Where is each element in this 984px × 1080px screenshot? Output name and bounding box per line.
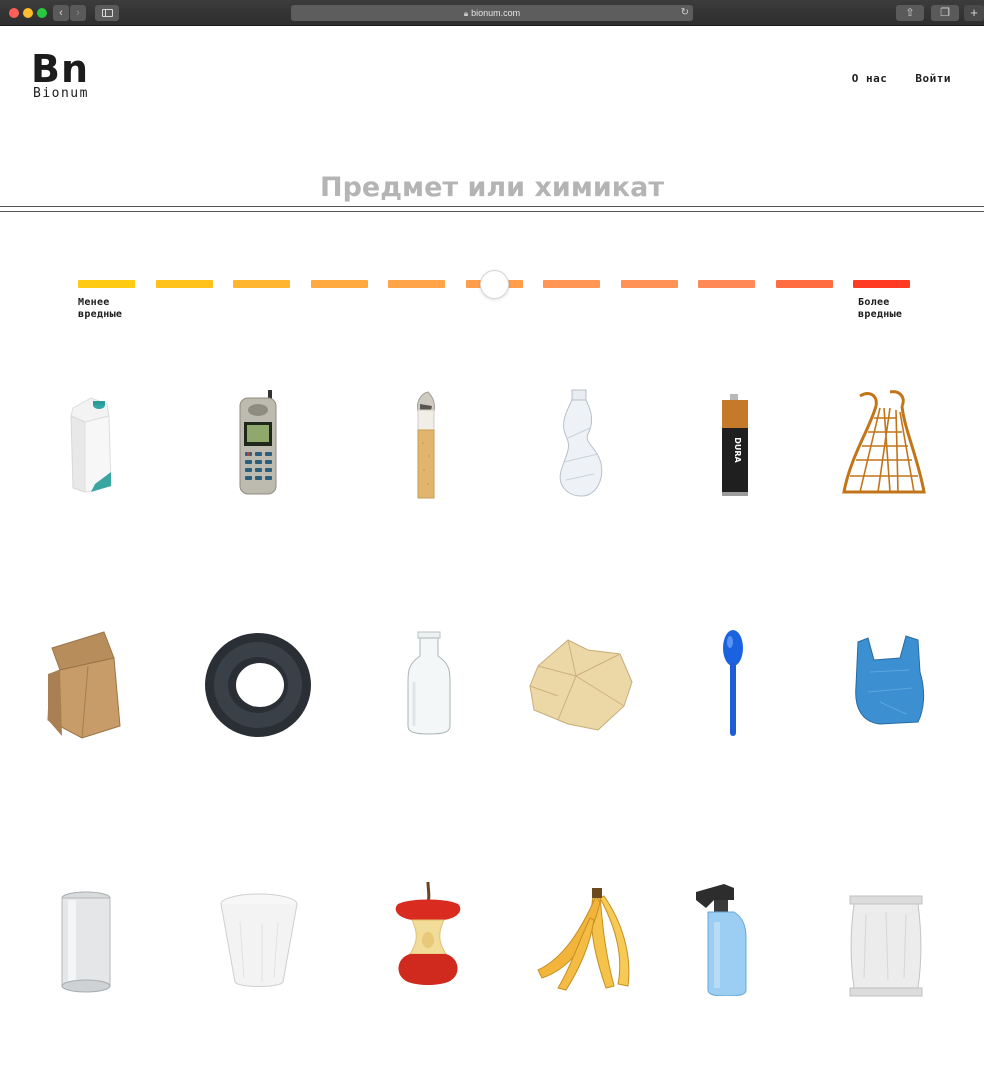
search-section (0, 168, 984, 214)
apple-core-icon (395, 881, 461, 985)
label-more-harmful: Более вредные (858, 297, 903, 320)
plastic-bag-icon (855, 635, 925, 725)
close-window-button[interactable] (9, 8, 19, 18)
item-plastic-cup[interactable] (170, 840, 334, 1080)
crumpled-paper-icon (529, 639, 633, 731)
aluminum-can-icon (61, 891, 111, 993)
item-cigarette-butt[interactable] (334, 360, 498, 600)
svg-text:DURA: DURA (733, 437, 742, 463)
plastic-spoon-icon (723, 630, 743, 736)
string-bag-icon (842, 390, 926, 494)
item-milk-carton[interactable] (6, 360, 170, 600)
item-plastic-bag[interactable] (826, 600, 984, 840)
harm-scale-segment[interactable] (78, 280, 135, 288)
harm-scale-segment[interactable] (155, 280, 213, 288)
item-string-bag[interactable] (826, 360, 984, 600)
chevron-left-icon[interactable]: ‹ (53, 5, 69, 21)
item-glass-bottle[interactable] (334, 600, 498, 840)
sidebar-icon[interactable] (95, 5, 119, 21)
milk-carton-icon (70, 397, 112, 493)
share-icon[interactable]: ⇧ (896, 5, 924, 21)
harm-scale[interactable]: Менее вредные Более вредные (0, 270, 984, 330)
browser-toolbar: ‹ › 🔒︎ bionum.com ↻ ⇧ ❐ + (0, 0, 984, 26)
item-snack-package[interactable] (826, 840, 984, 1080)
main-nav: О нас Войти (852, 72, 951, 85)
logo-wordmark: Bionum (33, 86, 89, 101)
snack-package-icon (849, 895, 923, 997)
item-crumpled-paper[interactable] (498, 600, 662, 840)
glass-bottle-icon (407, 631, 451, 735)
plastic-bottle-icon (559, 389, 603, 497)
item-mobile-phone[interactable] (170, 360, 334, 600)
harm-scale-handle[interactable] (479, 270, 509, 299)
harm-scale-segment[interactable] (310, 280, 368, 288)
harm-scale-segment[interactable] (698, 280, 755, 288)
search-underline (0, 206, 984, 207)
chevron-right-icon[interactable]: › (70, 5, 86, 21)
logo[interactable]: Bn Bionum (31, 47, 111, 101)
nav-login[interactable]: Войти (915, 72, 951, 85)
logo-mark: Bn (31, 47, 90, 91)
url-text: bionum.com (471, 8, 521, 18)
item-spray-bottle[interactable] (662, 840, 826, 1080)
plus-icon[interactable]: + (964, 5, 984, 21)
spray-bottle-icon (696, 884, 747, 996)
battery-icon: DURA (722, 394, 748, 496)
paper-bag-icon (47, 631, 121, 739)
mobile-phone-icon (239, 390, 277, 495)
banana-peel-icon (537, 888, 630, 991)
item-plastic-bottle[interactable] (498, 360, 662, 600)
tire-icon (205, 633, 311, 737)
harm-scale-segment[interactable] (233, 280, 290, 288)
item-banana-peel[interactable] (498, 840, 662, 1080)
nav-about[interactable]: О нас (852, 72, 888, 85)
item-apple-core[interactable] (334, 840, 498, 1080)
item-battery[interactable]: DURA (662, 360, 826, 600)
tabs-icon[interactable]: ❐ (931, 5, 959, 21)
lock-icon: 🔒︎ (463, 9, 469, 18)
plastic-cup-icon (220, 893, 298, 987)
harm-scale-segment[interactable] (775, 280, 833, 288)
harm-scale-segment[interactable] (620, 280, 678, 288)
item-tire[interactable] (170, 600, 334, 840)
harm-scale-segment[interactable] (543, 280, 600, 288)
harm-scale-segment[interactable] (853, 280, 910, 288)
cigarette-icon (417, 391, 435, 499)
fullscreen-window-button[interactable] (37, 8, 47, 18)
search-underline-second (0, 211, 984, 212)
item-paper-bag[interactable] (6, 600, 170, 840)
label-less-harmful: Менее вредные (78, 297, 123, 320)
reload-icon[interactable]: ↻ (681, 5, 689, 21)
item-aluminum-can[interactable] (6, 840, 170, 1080)
harm-scale-segment[interactable] (388, 280, 445, 288)
item-plastic-spoon[interactable] (662, 600, 826, 840)
minimize-window-button[interactable] (23, 8, 33, 18)
search-input[interactable] (0, 168, 984, 206)
address-bar[interactable]: 🔒︎ bionum.com ↻ (291, 5, 693, 21)
